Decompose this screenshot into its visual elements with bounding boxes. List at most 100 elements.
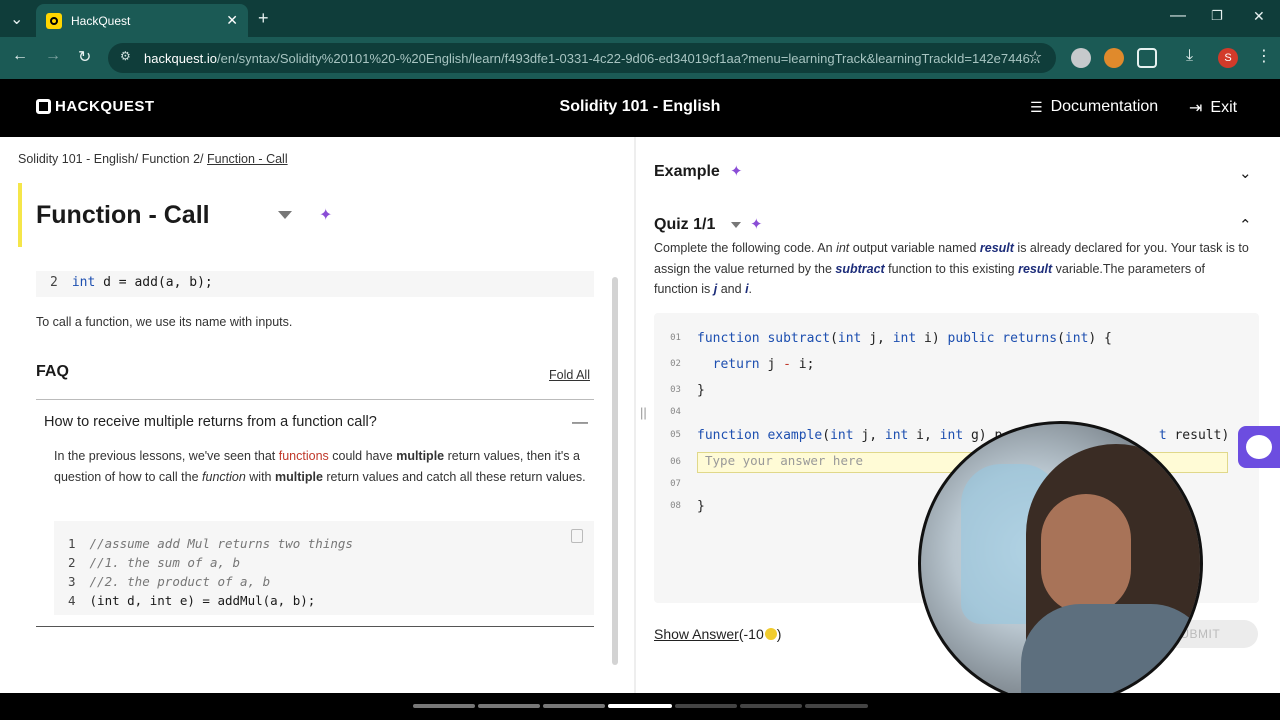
title-dropdown-icon[interactable] — [278, 211, 292, 219]
documentation-label: Documentation — [1050, 98, 1159, 115]
divider — [36, 399, 594, 400]
progress-segment[interactable] — [675, 704, 737, 708]
coin-icon — [764, 628, 777, 640]
code-line: 3 //2. the product of a, b — [68, 572, 594, 591]
line-number: 1 — [68, 536, 76, 551]
faq-answer-text: In the previous lessons, we've seen that — [54, 449, 279, 463]
faq-question[interactable]: How to receive multiple returns from a f… — [44, 414, 377, 430]
url-bar[interactable]: ⚙ hackquest.io/en/syntax/Solidity%20101%… — [108, 43, 1056, 73]
browser-tab-bar: ⌄ HackQuest ✕ + — ❐ ✕ — [0, 0, 1280, 37]
download-icon[interactable]: ⤓ — [1186, 47, 1193, 65]
scrollbar[interactable] — [612, 277, 618, 665]
faq-answer-bold: multiple — [274, 469, 323, 484]
progress-segment[interactable] — [413, 704, 475, 708]
code-line: 02 return j - i; — [654, 354, 814, 374]
quiz-text: . — [748, 282, 753, 296]
code-line: 01 function subtract(int j, int i) publi… — [654, 328, 1112, 348]
line-number: 4 — [68, 593, 76, 608]
progress-segment[interactable] — [805, 704, 868, 708]
reload-icon[interactable]: ↻ — [78, 47, 91, 67]
faq-answer-highlight: functions — [278, 449, 329, 463]
chevron-down-icon[interactable]: ⌄ — [1239, 164, 1252, 182]
new-tab-icon[interactable]: + — [258, 8, 269, 29]
quiz-text: function to this existing — [884, 261, 1019, 276]
extensions-puzzle-icon[interactable] — [1137, 48, 1157, 68]
faq-answer-text: with — [245, 469, 275, 484]
ai-assistant-icon[interactable] — [1238, 426, 1280, 468]
back-icon[interactable]: ← — [12, 47, 28, 65]
code-line: 1 //assume add Mul returns two things — [68, 534, 594, 553]
browser-menu-icon[interactable]: ⋮ — [1256, 46, 1272, 66]
code-line: 08 } — [654, 496, 705, 516]
close-tab-icon[interactable]: ✕ — [226, 12, 238, 29]
window-close-icon[interactable]: ✕ — [1253, 8, 1265, 25]
profile-avatar[interactable]: S — [1218, 48, 1238, 68]
line-number: 03 — [670, 385, 681, 395]
webcam-hoodie — [1021, 604, 1200, 703]
exit-button[interactable]: ⇥ Exit — [1189, 98, 1237, 118]
code-line: 4 (int d, int e) = addMul(a, b); — [68, 591, 594, 610]
copy-icon[interactable] — [571, 529, 583, 543]
show-answer-cost: (-10 — [738, 626, 764, 642]
quiz-keyword: subtract — [835, 261, 885, 276]
show-answer-close: ) — [776, 626, 782, 642]
code-line: 07 — [654, 474, 697, 494]
magic-wand-icon[interactable]: ✦ — [750, 215, 763, 233]
code-line: 05 function example(int j, int i, int g)… — [654, 425, 1245, 445]
extension-2-icon[interactable] — [1104, 48, 1124, 68]
code-line: 06 — [654, 452, 697, 472]
exit-label: Exit — [1210, 99, 1238, 116]
progress-segment[interactable] — [478, 704, 540, 708]
minimize-icon[interactable]: — — [1170, 7, 1186, 25]
document-icon: ☰ — [1030, 98, 1043, 115]
breadcrumb-item[interactable]: Solidity 101 - English/ — [18, 152, 138, 166]
browser-tab[interactable]: HackQuest ✕ — [36, 4, 248, 37]
collapse-icon[interactable]: — — [572, 414, 588, 432]
faq-answer-text: return values and catch all these return… — [322, 469, 586, 484]
breadcrumb-current[interactable]: Function - Call — [207, 152, 288, 166]
fold-all-button[interactable]: Fold All — [549, 368, 590, 382]
line-number: 05 — [670, 430, 681, 440]
magic-wand-icon[interactable]: ✦ — [319, 205, 332, 225]
faq-code-block: 1 //assume add Mul returns two things 2 //… — [54, 521, 594, 615]
tab-title: HackQuest — [71, 13, 131, 28]
code-comment: //1. the sum of a, b — [89, 555, 241, 570]
quiz-dropdown-icon[interactable] — [731, 222, 741, 228]
resize-handle-icon[interactable]: || — [640, 405, 647, 420]
breadcrumb-item[interactable]: Function 2/ — [142, 152, 204, 166]
line-number: 08 — [670, 501, 681, 511]
forward-icon[interactable]: → — [45, 47, 61, 65]
bookmark-star-icon[interactable]: ☆ — [1028, 47, 1042, 67]
webcam-face — [1041, 494, 1131, 614]
extension-icon[interactable] — [1071, 48, 1091, 68]
code-comment: //2. the product of a, b — [89, 574, 271, 589]
magic-wand-icon[interactable]: ✦ — [730, 162, 743, 180]
line-number: 01 — [670, 333, 681, 343]
url-host: hackquest.io — [144, 50, 217, 66]
chevron-up-icon[interactable]: ⌃ — [1239, 216, 1252, 234]
line-number: 2 — [68, 555, 76, 570]
quiz-keyword: result — [1018, 261, 1053, 276]
line-number: 07 — [670, 479, 681, 489]
faq-heading: FAQ — [36, 363, 69, 380]
quiz-heading[interactable]: Quiz 1/1 — [654, 216, 715, 234]
quiz-keyword: result — [979, 241, 1014, 255]
progress-segment[interactable] — [740, 704, 802, 708]
progress-segment-current[interactable] — [608, 704, 672, 708]
site-settings-icon[interactable]: ⚙ — [120, 49, 131, 63]
maximize-icon[interactable]: ❐ — [1211, 8, 1223, 24]
code-snippet: 2 int d = add(a, b); — [36, 271, 594, 297]
exit-icon: ⇥ — [1189, 100, 1203, 117]
show-answer-button[interactable]: Show Answer(-10) — [654, 626, 781, 642]
code-text: (int d, int e) = addMul(a, b); — [89, 593, 316, 608]
progress-segment[interactable] — [543, 704, 605, 708]
faq-answer-bold: multiple — [396, 449, 445, 463]
documentation-button[interactable]: ☰ Documentation — [1030, 98, 1158, 116]
tab-search-icon[interactable]: ⌄ — [10, 9, 23, 29]
pane-divider — [634, 137, 636, 693]
faq-answer-text: could have — [328, 449, 397, 463]
line-number: 2 — [50, 275, 58, 290]
line-number: 3 — [68, 574, 76, 589]
example-heading[interactable]: Example — [654, 163, 720, 181]
code-line: 2 //1. the sum of a, b — [68, 553, 594, 572]
